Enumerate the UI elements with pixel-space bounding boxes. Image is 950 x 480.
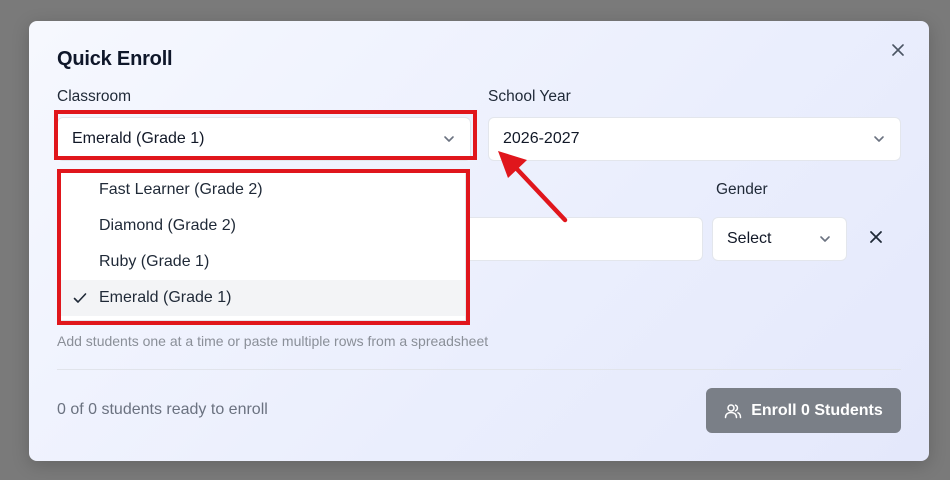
option-label: Emerald (Grade 1) [99, 289, 232, 306]
users-icon [724, 403, 742, 418]
classroom-option[interactable]: Fast Learner (Grade 2) [61, 172, 465, 208]
remove-row-button[interactable] [867, 228, 885, 246]
option-label: Ruby (Grade 1) [99, 253, 210, 270]
classroom-option[interactable]: Diamond (Grade 2) [61, 208, 465, 244]
student-name-input[interactable] [469, 217, 703, 261]
modal-title: Quick Enroll [57, 48, 173, 70]
option-label: Fast Learner (Grade 2) [99, 181, 263, 198]
quick-enroll-modal: Quick Enroll Classroom Emerald (Grade 1)… [29, 21, 929, 461]
gender-select[interactable]: Select [712, 217, 847, 261]
classroom-option[interactable]: Ruby (Grade 1) [61, 244, 465, 280]
chevron-down-icon [820, 236, 830, 242]
classroom-dropdown: Fast Learner (Grade 2) Diamond (Grade 2)… [60, 171, 466, 321]
school-year-label: School Year [488, 88, 571, 105]
enroll-button[interactable]: Enroll 0 Students [706, 388, 901, 433]
close-icon [870, 231, 882, 243]
check-icon [73, 293, 87, 303]
divider [57, 369, 901, 370]
gender-label: Gender [716, 181, 768, 198]
enroll-status: 0 of 0 students ready to enroll [57, 401, 268, 418]
chevron-down-icon [444, 136, 454, 142]
option-label: Diamond (Grade 2) [99, 217, 236, 234]
classroom-option-selected[interactable]: Emerald (Grade 1) [61, 280, 465, 316]
school-year-value: 2026-2027 [503, 130, 580, 147]
classroom-select[interactable]: Emerald (Grade 1) [57, 117, 471, 161]
close-icon [892, 44, 904, 56]
hint-text: Add students one at a time or paste mult… [57, 333, 489, 349]
classroom-label: Classroom [57, 88, 132, 105]
enroll-button-label: Enroll 0 Students [751, 401, 883, 419]
gender-value: Select [727, 230, 772, 247]
classroom-value: Emerald (Grade 1) [72, 130, 205, 147]
school-year-select[interactable]: 2026-2027 [488, 117, 901, 161]
close-button[interactable] [887, 39, 909, 61]
chevron-down-icon [874, 136, 884, 142]
